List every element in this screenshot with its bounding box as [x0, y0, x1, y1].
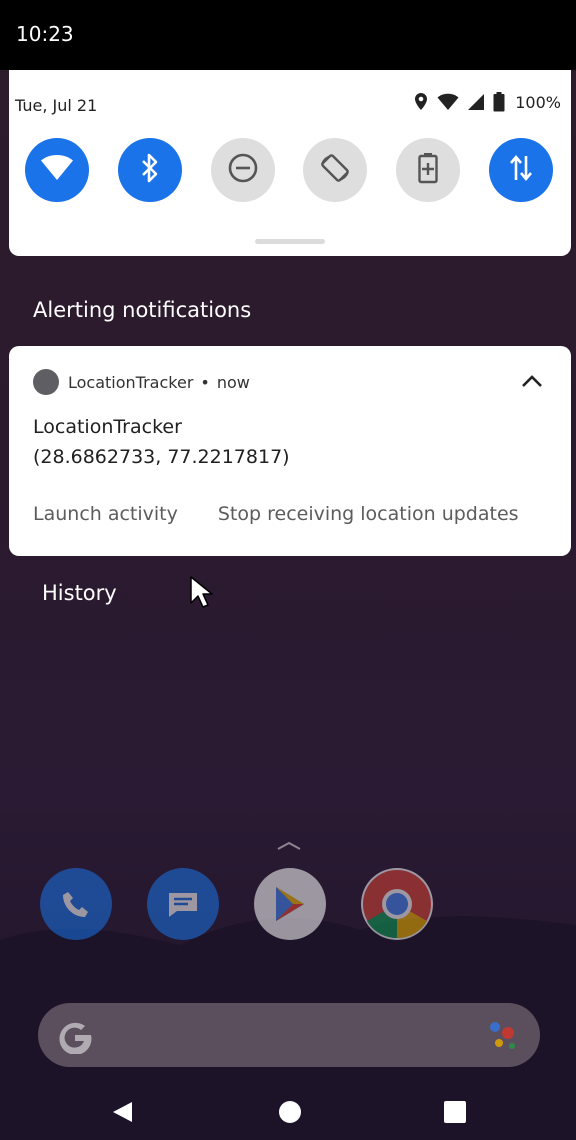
wifi-tile[interactable] [25, 138, 89, 202]
app-dock [40, 868, 434, 944]
auto-rotate-tile[interactable] [303, 138, 368, 202]
notification-time: now [216, 372, 250, 392]
location-icon [413, 92, 429, 112]
messages-app-icon[interactable] [147, 868, 219, 940]
android-screen: 10:23 Tue, Jul 21 100% Alerting notifica… [0, 0, 576, 1140]
qs-status-icons: 100% [413, 92, 561, 112]
chevron-up-icon[interactable] [521, 374, 543, 393]
battery-icon [493, 92, 505, 112]
bluetooth-tile[interactable] [117, 138, 182, 202]
quick-settings-panel: Tue, Jul 21 100% [9, 70, 571, 256]
phone-app-icon[interactable] [40, 868, 112, 940]
mouse-pointer-icon [189, 575, 213, 616]
mobile-data-tile[interactable] [488, 138, 553, 202]
auto-rotate-icon [319, 152, 351, 189]
notification-app-name: LocationTracker [68, 372, 194, 392]
battery-saver-tile[interactable] [396, 138, 461, 202]
alerting-notifications-header: Alerting notifications [33, 298, 252, 322]
do-not-disturb-tile[interactable] [210, 138, 275, 202]
stop-location-updates-button[interactable]: Stop receiving location updates [218, 503, 519, 525]
history-button[interactable]: History [42, 581, 117, 605]
notification-text: (28.6862733, 77.2217817) [33, 446, 290, 468]
status-time: 10:23 [16, 22, 74, 46]
cell-signal-icon [467, 93, 485, 111]
qs-date: Tue, Jul 21 [15, 96, 98, 115]
battery-saver-icon [417, 152, 439, 189]
battery-percent: 100% [515, 92, 561, 112]
google-assistant-icon[interactable] [486, 1019, 522, 1056]
chrome-app-icon[interactable] [361, 868, 433, 940]
notification-actions: Launch activity Stop receiving location … [33, 503, 519, 525]
home-icon[interactable] [278, 1100, 302, 1129]
location-notification[interactable]: LocationTracker • now LocationTracker (2… [9, 346, 571, 556]
google-search-bar[interactable] [38, 1003, 540, 1067]
app-icon [33, 369, 59, 395]
notification-header: LocationTracker • now [33, 369, 250, 395]
qs-drag-handle[interactable] [255, 239, 325, 244]
play-store-app-icon[interactable] [254, 868, 326, 940]
mobile-data-icon [508, 153, 534, 188]
navigation-bar [0, 1080, 576, 1140]
swipe-up-chevron-icon [276, 838, 302, 856]
launch-activity-button[interactable]: Launch activity [33, 503, 178, 525]
wifi-icon [40, 154, 74, 187]
recent-apps-icon[interactable] [443, 1100, 467, 1129]
back-icon[interactable] [110, 1100, 134, 1129]
quick-settings-tiles [25, 138, 553, 202]
notification-separator: • [200, 372, 210, 392]
notification-title: LocationTracker [33, 416, 182, 438]
bluetooth-icon [139, 152, 161, 189]
status-bar: 10:23 [0, 0, 576, 70]
google-logo-icon [56, 1016, 94, 1059]
do-not-disturb-icon [227, 152, 259, 189]
wifi-signal-icon [437, 93, 459, 111]
